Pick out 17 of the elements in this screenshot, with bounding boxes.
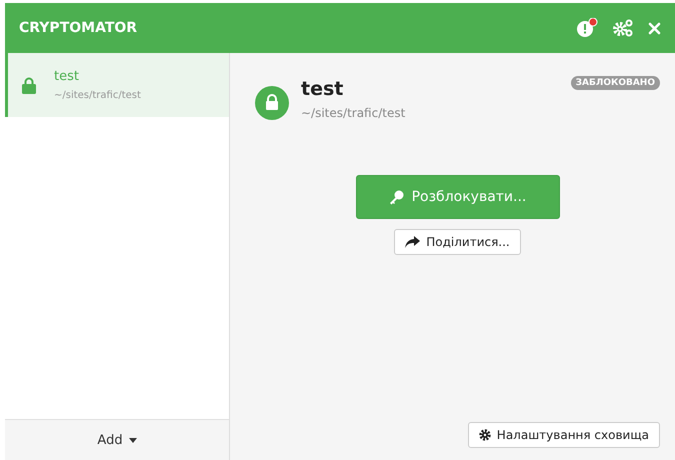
share-arrow-icon xyxy=(405,236,420,248)
add-button[interactable]: Add xyxy=(89,428,145,452)
vault-path: ~/sites/trafic/test xyxy=(54,90,141,101)
lock-icon xyxy=(22,76,36,94)
vault-name: test xyxy=(54,69,80,84)
settings-icon xyxy=(478,429,491,441)
vault-title: test xyxy=(301,78,344,100)
status-badge: ЗАБЛОКОВАНО xyxy=(570,76,660,90)
vault-settings-button[interactable]: Налаштування сховища xyxy=(468,422,660,448)
caret-icon xyxy=(128,438,137,442)
share-button[interactable]: Поділитися... xyxy=(394,229,521,255)
window-title: CRYPTOMATOR xyxy=(19,20,138,36)
close-icon[interactable] xyxy=(648,22,661,34)
key-icon xyxy=(388,190,404,204)
gears-icon[interactable] xyxy=(612,19,634,37)
alert-icon[interactable] xyxy=(576,18,598,38)
vault-path: ~/sites/trafic/test xyxy=(301,106,406,120)
